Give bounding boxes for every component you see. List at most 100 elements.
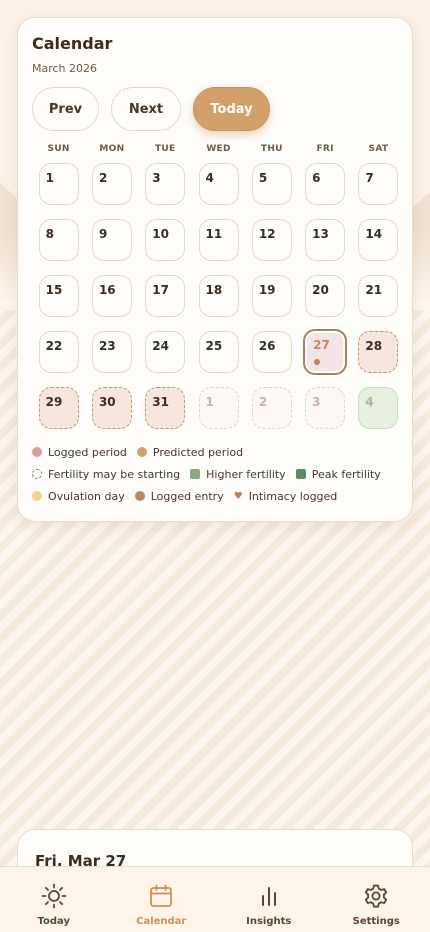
calendar-icon <box>148 883 174 913</box>
day-number: 3 <box>312 395 321 409</box>
prev-button[interactable]: Prev <box>32 87 99 131</box>
legend-swatch <box>190 469 201 479</box>
day-number: 3 <box>152 171 161 185</box>
day-cell[interactable]: 26 <box>251 331 292 373</box>
calendar-card: Calendar March 2026 Prev Next Today SUN M… <box>17 17 413 522</box>
day-number: 26 <box>258 339 276 353</box>
day-cell[interactable]: 4 <box>198 163 239 205</box>
day-cell[interactable]: 8 <box>38 219 79 261</box>
day-number: 18 <box>205 283 223 297</box>
calendar-grid: 1 2 3 4 5 6 7 8 9 10 11 12 13 14 15 16 17 18 19 20 21 22 23 24 2… <box>32 163 399 443</box>
day-cell[interactable]: 12 <box>251 219 292 261</box>
day-cell[interactable]: 2 <box>91 163 132 205</box>
calendar-title: Calendar <box>32 34 113 53</box>
day-cell[interactable]: 31 <box>145 387 186 429</box>
day-number: 16 <box>98 283 116 297</box>
gear-icon <box>363 883 389 913</box>
legend-label: Intimacy logged <box>248 489 338 503</box>
day-cell[interactable]: 21 <box>358 275 399 317</box>
sun-icon <box>41 883 67 913</box>
legend-item-maybe: Fertility may be starting <box>32 467 180 481</box>
day-cell[interactable]: 9 <box>91 219 132 261</box>
legend-swatch <box>295 469 306 479</box>
day-cell[interactable]: 1 <box>198 387 239 429</box>
day-cell[interactable]: 17 <box>145 275 186 317</box>
day-cell[interactable]: 3 <box>305 387 346 429</box>
day-cell[interactable]: 5 <box>251 163 292 205</box>
legend-item-heart: ♥ Intimacy logged <box>234 489 338 503</box>
legend-item-peak: Peak fertility <box>295 467 381 481</box>
day-cell[interactable]: 11 <box>198 219 239 261</box>
month-navigation: Prev Next Today <box>32 87 398 131</box>
day-cell[interactable]: 23 <box>91 331 132 373</box>
weekday-tue: TUE <box>154 144 176 154</box>
day-cell[interactable]: 16 <box>91 275 132 317</box>
day-cell[interactable]: 29 <box>38 387 79 429</box>
day-cell[interactable]: 30 <box>91 387 132 429</box>
day-cell[interactable]: 28 <box>358 331 399 373</box>
legend-item-entry: Logged entry <box>134 489 224 503</box>
day-cell[interactable]: 10 <box>145 219 186 261</box>
day-number: 8 <box>45 227 54 241</box>
day-number: 12 <box>258 227 276 241</box>
day-number: 4 <box>365 395 374 409</box>
day-number: 30 <box>98 395 116 409</box>
day-cell[interactable]: 22 <box>38 331 79 373</box>
tab-calendar[interactable]: Calendar <box>116 867 206 932</box>
weekday-thu: THU <box>260 144 283 154</box>
day-cell[interactable]: 25 <box>198 331 239 373</box>
bar-chart-icon <box>256 883 282 913</box>
day-number: 5 <box>258 171 268 185</box>
day-cell[interactable]: 14 <box>358 219 399 261</box>
tab-label: Today <box>37 916 70 927</box>
day-cell[interactable]: 20 <box>305 275 346 317</box>
today-button[interactable]: Today <box>193 87 270 131</box>
day-cell[interactable]: 19 <box>251 275 292 317</box>
legend-item-logged: Logged period <box>32 445 127 459</box>
day-cell[interactable]: 15 <box>38 275 79 317</box>
day-number: 31 <box>152 395 169 409</box>
next-button[interactable]: Next <box>111 87 181 131</box>
day-number: 17 <box>152 283 169 297</box>
day-number: 2 <box>258 395 268 409</box>
tab-label: Insights <box>246 916 292 927</box>
day-number: 20 <box>312 283 329 297</box>
day-cell[interactable]: 4 <box>358 387 399 429</box>
heart-icon: ♥ <box>233 490 243 502</box>
day-cell[interactable]: 6 <box>305 163 346 205</box>
day-number: 2 <box>98 171 108 185</box>
day-cell[interactable]: 13 <box>305 219 346 261</box>
day-number: 25 <box>205 339 223 353</box>
day-cell-today[interactable]: 27 <box>303 329 348 375</box>
day-number: 4 <box>205 171 214 185</box>
day-number: 27 <box>313 338 330 352</box>
day-number: 9 <box>98 227 108 241</box>
day-number: 10 <box>152 227 169 241</box>
day-cell[interactable]: 3 <box>145 163 186 205</box>
month-label: March 2026 <box>32 62 98 75</box>
day-cell[interactable]: 18 <box>198 275 239 317</box>
day-number: 29 <box>45 395 63 409</box>
tab-bar: Today Calendar Insights Settings <box>0 866 430 932</box>
weekday-wed: WED <box>206 144 231 154</box>
day-number: 19 <box>258 283 276 297</box>
day-cell[interactable]: 24 <box>145 331 186 373</box>
tab-label: Calendar <box>136 916 187 927</box>
day-number: 1 <box>205 395 214 409</box>
tab-today[interactable]: Today <box>9 867 99 932</box>
legend-swatch <box>32 469 42 479</box>
day-cell[interactable]: 2 <box>251 387 292 429</box>
day-cell[interactable]: 7 <box>358 163 399 205</box>
day-number: 6 <box>312 171 321 185</box>
weekday-sun: SUN <box>47 144 70 154</box>
tab-settings[interactable]: Settings <box>331 867 421 932</box>
legend-label: Ovulation day <box>48 489 125 503</box>
day-number: 24 <box>152 339 169 353</box>
tab-insights[interactable]: Insights <box>224 867 314 932</box>
day-cell[interactable]: 1 <box>38 163 79 205</box>
day-number: 21 <box>365 283 383 297</box>
legend-label: Logged entry <box>150 489 224 503</box>
day-number: 23 <box>98 339 116 353</box>
weekday-mon: MON <box>99 144 125 154</box>
legend-swatch <box>32 491 42 501</box>
